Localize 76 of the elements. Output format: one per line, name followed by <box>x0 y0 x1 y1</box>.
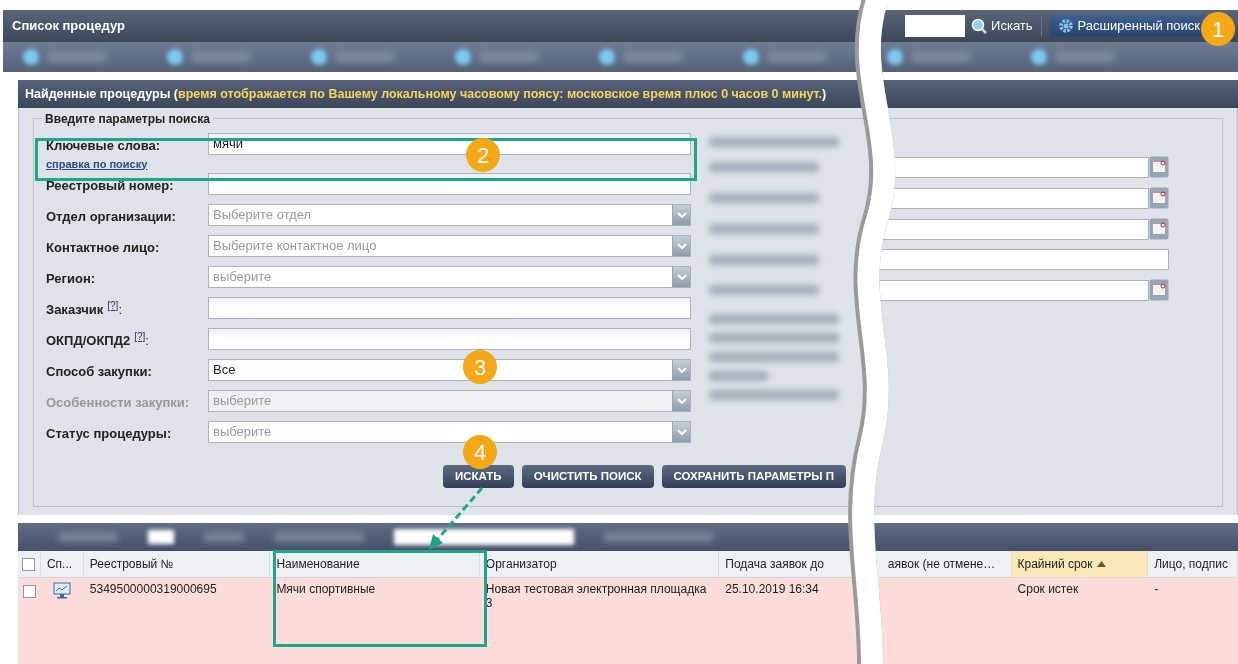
nav-icon[interactable] <box>599 49 615 65</box>
blurred-text <box>709 371 769 381</box>
blurred-text <box>479 52 539 62</box>
field-label: Ключевые слова: <box>46 137 161 155</box>
table-cell-text: 5349500000319000695 <box>89 582 218 596</box>
field-label: Заказчик <box>46 301 104 319</box>
blurred-text <box>191 52 251 62</box>
panel-title-bracket: ) <box>822 85 827 103</box>
form-button[interactable]: ИСКАТЬ <box>443 465 514 488</box>
input-field[interactable] <box>208 328 691 350</box>
nav-icon[interactable] <box>887 49 903 65</box>
nav-icon[interactable] <box>23 49 39 65</box>
blurred-text <box>47 52 107 62</box>
blurred-text <box>58 532 118 542</box>
field-label: Контактное лицо: <box>46 239 160 257</box>
calendar-icon[interactable] <box>1149 187 1169 209</box>
table-cell-text: 25.10.2019 16:34 <box>725 582 820 596</box>
table-cell-text: Срок истек <box>1017 582 1080 596</box>
search-field[interactable] <box>905 15 966 37</box>
form-button[interactable]: СОХРАНИТЬ ПАРАМЕТРЫ П <box>661 465 846 488</box>
search-help-link[interactable]: справка по поиску <box>46 155 208 172</box>
column-header[interactable]: Наименование <box>270 551 480 577</box>
blurred-text <box>767 52 827 62</box>
label-colon: : <box>118 302 123 319</box>
help-link[interactable]: [?] <box>134 329 146 344</box>
label-colon: : <box>145 333 149 350</box>
field-label: Отдел организации: <box>46 208 176 226</box>
column-header[interactable]: Организатор <box>479 551 720 577</box>
page-title: Список процедур <box>12 17 125 36</box>
field-label: ОКПД/ОКПД2 <box>46 332 131 350</box>
nav-icon[interactable] <box>1031 49 1047 65</box>
form-button[interactable]: ОЧИСТИТЬ ПОИСК <box>521 465 654 488</box>
column-header[interactable]: Крайний срок <box>1011 551 1149 577</box>
row-checkbox[interactable] <box>22 585 36 598</box>
sort-ascending-icon <box>1096 561 1106 567</box>
date-field[interactable] <box>879 279 1149 301</box>
nav-icon[interactable] <box>455 49 471 65</box>
table-cell-text: - <box>1154 582 1160 596</box>
filter-field[interactable] <box>394 529 574 545</box>
table-cell-text: Мячи спортивные <box>276 582 377 596</box>
input-field[interactable] <box>879 249 1169 270</box>
field-label: Статус процедуры: <box>46 425 172 443</box>
calendar-icon[interactable] <box>1149 218 1169 240</box>
table-cell-text: Новая тестовая электронная площадка 3 <box>485 582 708 610</box>
input-field[interactable] <box>208 297 691 319</box>
nav-icon[interactable] <box>311 49 327 65</box>
help-link[interactable]: [?] <box>107 298 119 313</box>
field-label: Особенности закупки: <box>46 394 190 412</box>
advanced-search-button[interactable]: Расширенный поиск <box>1049 15 1208 37</box>
column-header[interactable]: Лицо, подпис <box>1148 551 1238 577</box>
input-field[interactable] <box>208 173 691 195</box>
page-input[interactable] <box>148 530 174 544</box>
panel-title: Найденные процедуры ( <box>25 85 179 103</box>
column-header[interactable]: Реестровый № <box>83 551 271 577</box>
gear-icon <box>1057 18 1074 34</box>
field-label: Реестровый номер: <box>46 177 174 195</box>
calendar-icon[interactable] <box>1149 156 1169 178</box>
blurred-text <box>204 532 244 542</box>
blurred-text <box>335 52 395 62</box>
nav-icon[interactable] <box>167 49 183 65</box>
column-header[interactable]: аявок (не отмене… <box>873 551 1012 577</box>
field-label: Способ закупки: <box>46 363 152 381</box>
timezone-note: время отображается по Вашему локальному часовому поясу: московское время плюс 0 часов 0 минут. <box>178 85 823 103</box>
column-header[interactable]: Подача заявок до <box>719 551 874 577</box>
blurred-text <box>1055 52 1115 62</box>
calendar-icon[interactable] <box>1149 279 1169 301</box>
search-button[interactable]: Искать <box>971 16 1042 36</box>
blurred-text <box>911 52 971 62</box>
field-label: Регион: <box>46 270 96 288</box>
column-header[interactable]: Сп... <box>40 551 84 577</box>
table-row[interactable]: 5349500000319000695 Мячи спортивные Новая тестовая электронная площадка 3 25.10.2019 16:34 Срок истек - <box>18 578 1238 664</box>
monitor-icon <box>53 582 72 599</box>
select-all-checkbox[interactable] <box>22 557 36 571</box>
blurred-text <box>623 52 683 62</box>
nav-icon[interactable] <box>743 49 759 65</box>
search-icon <box>971 18 988 34</box>
